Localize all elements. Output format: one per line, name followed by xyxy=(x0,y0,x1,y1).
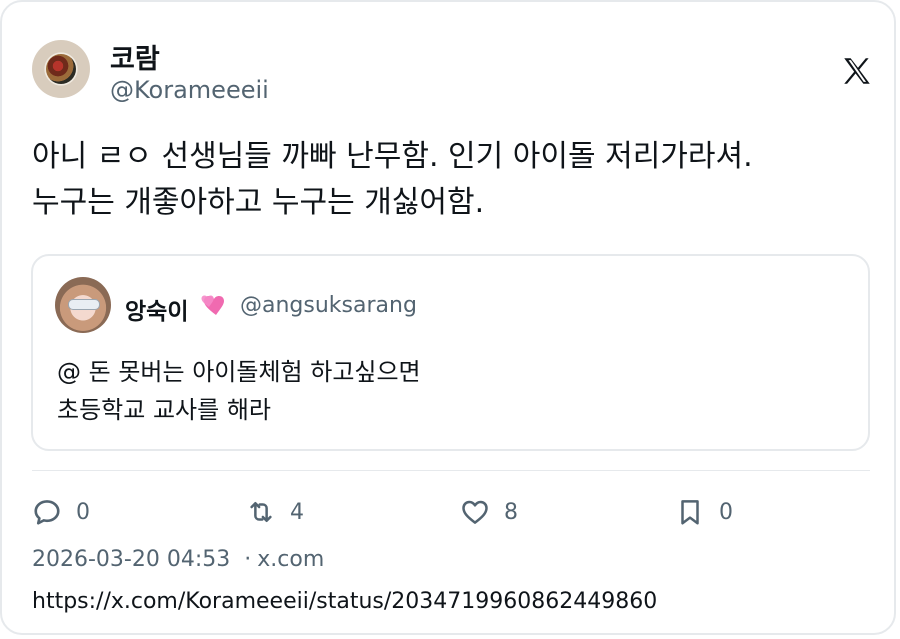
reply-count: 0 xyxy=(76,499,90,525)
timestamp[interactable]: 2026-03-20 04:53 xyxy=(32,547,230,572)
divider xyxy=(32,470,870,471)
source-link[interactable]: x.com xyxy=(257,547,324,572)
tweet-url[interactable]: https://x.com/Korameeeii/status/20347199… xyxy=(32,589,657,614)
tweet-text: 아니 ㄹㅇ 선생님들 까빠 난무함. 인기 아이돌 저리가라셔. 누구는 개좋아… xyxy=(32,134,872,226)
tweet-text-line: 누구는 개좋아하고 누구는 개싫어함. xyxy=(32,185,485,220)
heart-icon xyxy=(462,500,488,524)
reply-icon xyxy=(34,500,60,525)
author-avatar[interactable] xyxy=(32,40,90,98)
quoted-text-line: 초등학교 교사를 해라 xyxy=(57,396,271,424)
quoted-author-avatar[interactable] xyxy=(55,277,111,333)
x-logo-icon[interactable] xyxy=(840,54,874,88)
like-count: 8 xyxy=(504,499,518,525)
bookmark-button[interactable]: 0 xyxy=(675,496,733,528)
quoted-text-line: @ 돈 못버는 아이돌체험 하고싶으면 xyxy=(57,358,421,386)
bookmark-icon xyxy=(681,500,699,525)
tweet-card: 코람 @Koramееeii 아니 ㄹㅇ 선생님들 까빠 난무함. 인기 아이돌… xyxy=(0,0,896,635)
quoted-author-name[interactable]: 앙숙이 xyxy=(125,292,188,326)
quoted-tweet[interactable]: 앙숙이 @angsuksarang @ 돈 못버는 아이돌체험 하고싶으면 초등… xyxy=(31,254,870,451)
author-handle[interactable]: @Koramееeii xyxy=(110,76,269,104)
quoted-author-handle[interactable]: @angsuksarang xyxy=(240,293,417,318)
quoted-tweet-text: @ 돈 못버는 아이돌체험 하고싶으면 초등학교 교사를 해라 xyxy=(57,353,421,429)
retweet-icon xyxy=(250,502,272,522)
bookmark-count: 0 xyxy=(719,499,733,525)
reply-button[interactable]: 0 xyxy=(32,496,90,528)
retweet-count: 4 xyxy=(290,499,304,525)
separator-dot: · xyxy=(244,547,252,572)
tweet-text-line: 아니 ㄹㅇ 선생님들 까빠 난무함. 인기 아이돌 저리가라셔. xyxy=(32,139,753,174)
tweet-meta: 2026-03-20 04:53 · x.com xyxy=(32,547,324,572)
author-name[interactable]: 코람 xyxy=(110,37,160,76)
two-hearts-emoji-icon xyxy=(201,295,224,315)
retweet-button[interactable]: 4 xyxy=(246,496,304,528)
like-button[interactable]: 8 xyxy=(460,496,518,528)
